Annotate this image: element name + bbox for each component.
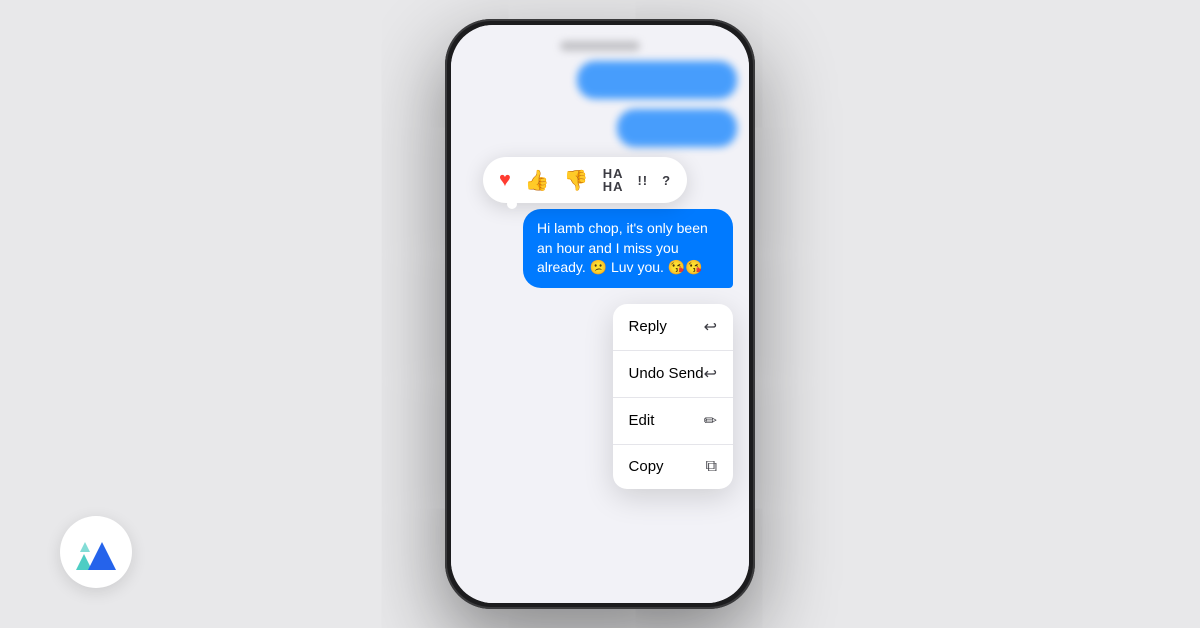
copy-icon: ⧉: [706, 458, 717, 476]
copy-menu-item[interactable]: Copy ⧉: [613, 445, 733, 489]
edit-label: Edit: [629, 412, 655, 429]
message-bubble: Hi lamb chop, it's only been an hour and…: [523, 209, 733, 288]
thumbs-up-reaction-icon[interactable]: 👍: [525, 168, 550, 193]
heart-reaction-icon[interactable]: ♥: [499, 169, 511, 192]
logo-icon: [76, 534, 116, 570]
phone-screen: ♥ 👍 👎 HAHA !! ? Hi lamb chop, it's only …: [451, 25, 749, 603]
bubble-placeholder-2: [617, 109, 737, 147]
timestamp-placeholder: [560, 41, 640, 51]
edit-icon: ✏: [704, 411, 717, 431]
edit-menu-item[interactable]: Edit ✏: [613, 398, 733, 445]
thumbs-down-reaction-icon[interactable]: 👎: [564, 168, 589, 193]
blurred-messages: [463, 41, 737, 147]
exclamation-reaction-icon[interactable]: !!: [637, 174, 648, 187]
undo-send-label: Undo Send: [629, 365, 704, 382]
logo-container: [60, 516, 132, 588]
reply-label: Reply: [629, 318, 667, 335]
copy-label: Copy: [629, 458, 664, 475]
context-menu: Reply ↩ Undo Send ↩ Edit ✏ Copy ⧉: [613, 304, 733, 489]
question-reaction-icon[interactable]: ?: [662, 174, 671, 187]
haha-reaction-icon[interactable]: HAHA: [603, 167, 624, 193]
undo-send-menu-item[interactable]: Undo Send ↩: [613, 351, 733, 398]
reply-menu-item[interactable]: Reply ↩: [613, 304, 733, 351]
reply-icon: ↩: [704, 317, 717, 337]
phone-mockup: ♥ 👍 👎 HAHA !! ? Hi lamb chop, it's only …: [445, 19, 755, 609]
bubble-placeholder-1: [577, 61, 737, 99]
message-text: Hi lamb chop, it's only been an hour and…: [537, 220, 708, 275]
message-bubble-wrapper: Hi lamb chop, it's only been an hour and…: [519, 209, 737, 288]
messages-area: ♥ 👍 👎 HAHA !! ? Hi lamb chop, it's only …: [451, 25, 749, 603]
reaction-bar: ♥ 👍 👎 HAHA !! ?: [483, 157, 687, 203]
undo-send-icon: ↩: [704, 364, 717, 384]
